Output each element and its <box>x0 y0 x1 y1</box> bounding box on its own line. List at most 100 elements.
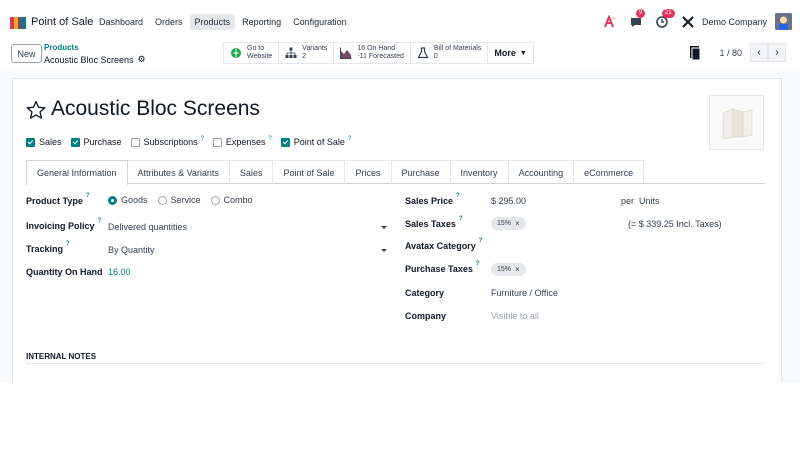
expenses-check-box[interactable] <box>212 137 222 147</box>
menu-orders[interactable]: Orders <box>150 14 188 30</box>
invoicing-policy-select[interactable]: Delivered quantities <box>108 222 187 232</box>
subscriptions-checkbox[interactable]: Subscriptions ? <box>130 136 204 147</box>
internal-notes-label: INTERNAL NOTES <box>26 352 97 361</box>
sales-check-box[interactable] <box>26 137 35 147</box>
point-of-sale-app-icon[interactable] <box>10 16 26 30</box>
tab-purchase[interactable]: Purchase <box>391 160 451 184</box>
radio-goods-label: Goods <box>121 195 148 205</box>
new-button[interactable]: New <box>11 44 42 63</box>
radio-combo-dot[interactable] <box>210 195 220 205</box>
caret-down-icon[interactable] <box>381 249 387 252</box>
tab-attributes-variants[interactable]: Attributes & Variants <box>127 160 230 184</box>
radio-service-dot[interactable] <box>157 195 167 205</box>
tab-general-information[interactable]: General Information <box>26 160 128 185</box>
purchase-taxes-label: Purchase Taxes? <box>405 261 480 274</box>
category-label: Category <box>405 288 445 298</box>
expenses-checkbox[interactable]: Expenses ? <box>212 136 272 147</box>
tab-accounting[interactable]: Accounting <box>508 160 575 184</box>
tab-sales[interactable]: Sales <box>229 160 274 184</box>
favorite-star-icon[interactable] <box>26 100 46 120</box>
sales-checkbox[interactable]: Sales <box>26 137 62 147</box>
app-name[interactable]: Point of Sale <box>31 16 93 28</box>
help-tooltip-icon[interactable]: ? <box>86 193 90 199</box>
pager-previous-button[interactable]: ‹ <box>750 43 768 62</box>
price-incl-taxes: (= $ 339.25 Incl. Taxes) <box>628 219 722 229</box>
point-of-sale-checkbox[interactable]: Point of Sale ? <box>280 136 351 147</box>
ai-assistant-icon[interactable] <box>602 14 618 30</box>
tab-prices[interactable]: Prices <box>345 160 392 184</box>
gear-icon[interactable]: ⚙ <box>138 54 146 65</box>
sales-price-input[interactable]: $ 295.00 <box>491 196 526 206</box>
menu-reporting[interactable]: Reporting <box>237 14 286 30</box>
purchase-checkbox[interactable]: Purchase <box>70 137 122 147</box>
remove-tag-icon[interactable]: × <box>515 265 520 274</box>
activities-clock-icon[interactable]: 21 <box>654 8 675 30</box>
subscriptions-check-box[interactable] <box>130 137 140 147</box>
on-hand-qty: 16 On Hand <box>357 45 396 52</box>
help-tooltip-icon[interactable]: ? <box>476 261 480 267</box>
bom-line1: Bill of Materials <box>433 45 482 52</box>
tools-icon[interactable] <box>680 14 696 30</box>
invoicing-policy-label: Invoicing Policy? <box>26 218 102 231</box>
main-menu: Dashboard Orders Products Reporting Conf… <box>94 14 354 30</box>
radio-combo[interactable]: Combo <box>210 195 253 205</box>
help-tooltip-icon[interactable]: ? <box>268 136 271 142</box>
sales-price-label-text: Sales Price <box>405 196 454 206</box>
menu-configuration[interactable]: Configuration <box>288 14 352 30</box>
product-name-field[interactable]: Acoustic Bloc Screens <box>51 97 260 121</box>
on-hand-button[interactable]: 16 On Hand -11 Forecasted <box>333 43 410 63</box>
remove-tag-icon[interactable]: × <box>515 219 520 228</box>
help-tooltip-icon[interactable]: ? <box>348 136 351 142</box>
radio-goods-dot[interactable] <box>108 195 117 205</box>
globe-icon <box>230 47 242 59</box>
chevron-left-icon: ‹ <box>757 47 761 58</box>
sales-tax-tag[interactable]: 15% × <box>491 217 526 230</box>
breadcrumb-current: Acoustic Bloc Screens <box>44 54 134 65</box>
tab-ecommerce[interactable]: eCommerce <box>574 160 645 184</box>
company-switcher[interactable]: Demo Company <box>702 17 767 27</box>
pager-value[interactable]: 1 / 80 <box>719 48 742 58</box>
bom-count: 0 <box>433 53 438 60</box>
company-input[interactable]: Visible to all <box>491 311 539 321</box>
messages-icon[interactable]: 9 <box>628 8 646 30</box>
expenses-checkbox-label: Expenses <box>225 137 266 147</box>
help-tooltip-icon[interactable]: ? <box>98 218 102 224</box>
bill-of-materials-button[interactable]: Bill of Materials 0 <box>409 43 488 63</box>
website-line1: Go to <box>247 45 265 52</box>
variants-button[interactable]: Variants 2 <box>278 43 334 63</box>
unit-of-measure-select[interactable]: Units <box>639 196 660 206</box>
tab-point-of-sale[interactable]: Point of Sale <box>273 160 346 184</box>
document-icon[interactable] <box>689 45 701 60</box>
sales-tax-tag-label: 15% <box>497 220 512 227</box>
tab-inventory[interactable]: Inventory <box>450 160 509 184</box>
menu-products[interactable]: Products <box>189 14 236 30</box>
breadcrumb-products[interactable]: Products <box>44 43 79 52</box>
go-to-website-button[interactable]: Go to Website <box>223 43 279 63</box>
avatax-category-label: Avatax Category? <box>405 238 483 251</box>
help-tooltip-icon[interactable]: ? <box>456 193 460 199</box>
quantity-on-hand-label: Quantity On Hand <box>26 267 103 277</box>
product-image[interactable] <box>709 95 764 150</box>
sales-checkbox-label: Sales <box>39 137 62 147</box>
help-tooltip-icon[interactable]: ? <box>66 241 70 247</box>
radio-goods[interactable]: Goods <box>108 195 148 205</box>
purchase-tax-tag-label: 15% <box>497 266 512 273</box>
menu-dashboard[interactable]: Dashboard <box>94 14 148 30</box>
help-tooltip-icon[interactable]: ? <box>459 216 463 222</box>
point-of-sale-check-box[interactable] <box>280 137 290 147</box>
radio-service[interactable]: Service <box>157 195 201 205</box>
quantity-on-hand-value[interactable]: 16.00 <box>108 267 131 277</box>
user-avatar[interactable] <box>775 13 792 30</box>
purchase-tax-tag[interactable]: 15% × <box>491 263 526 276</box>
breadcrumb: Acoustic Bloc Screens ⚙ <box>44 54 146 65</box>
category-select[interactable]: Furniture / Office <box>491 288 558 298</box>
caret-down-icon[interactable] <box>381 226 387 229</box>
more-dropdown[interactable]: More ▼ <box>487 43 534 63</box>
help-tooltip-icon[interactable]: ? <box>479 238 483 244</box>
acoustic-screen-image <box>722 108 752 139</box>
avatax-category-label-text: Avatax Category <box>405 241 476 251</box>
tracking-select[interactable]: By Quantity <box>108 245 155 255</box>
pager-next-button[interactable]: › <box>768 43 786 62</box>
help-tooltip-icon[interactable]: ? <box>201 136 204 142</box>
purchase-check-box[interactable] <box>70 137 80 147</box>
